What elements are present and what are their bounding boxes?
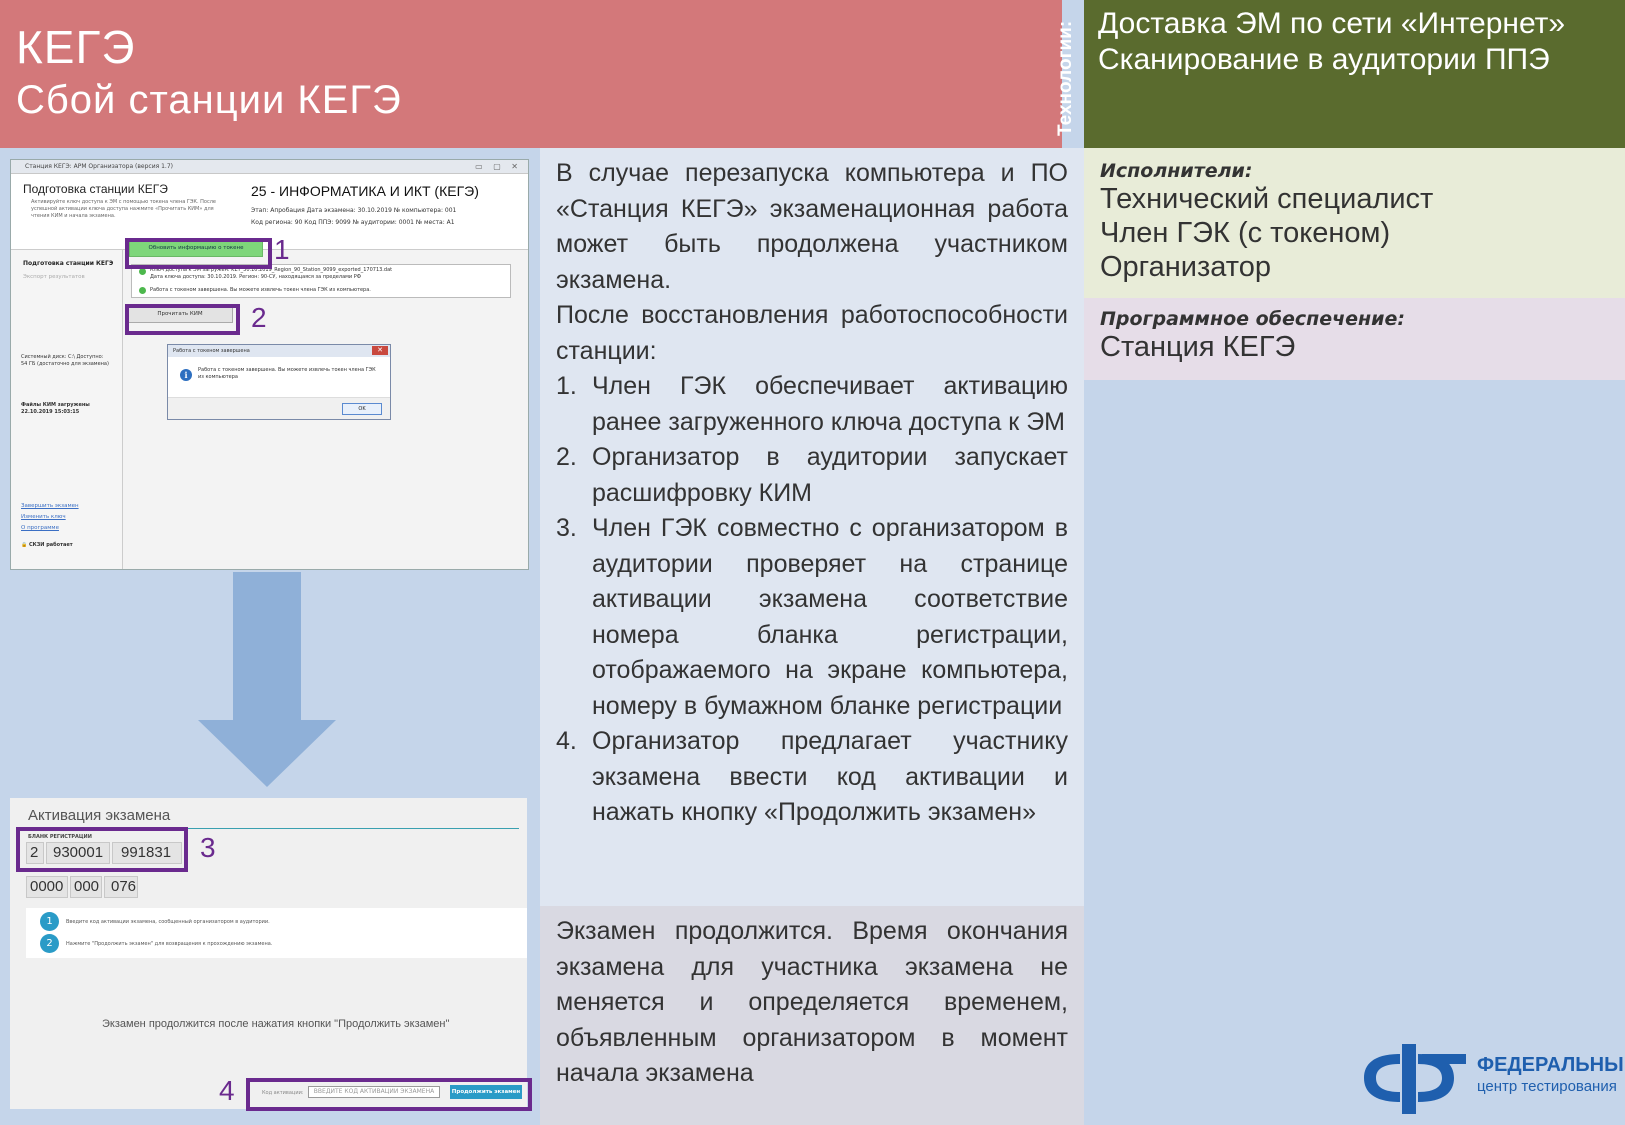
outcome-text: Экзамен продолжится. Время окончания экз… <box>556 917 1068 1087</box>
down-arrow-icon <box>198 572 336 787</box>
dialog-footer: OK <box>168 397 390 419</box>
logo-subtext: центр тестирования <box>1477 1078 1617 1095</box>
executors-panel: Исполнители: Технический специалист Член… <box>1084 148 1625 298</box>
right-background <box>1084 380 1625 1125</box>
station-prep-screenshot: Станция КЕГЭ: АРМ Организатора (версия 1… <box>10 159 529 570</box>
sidebar-item-prep: Подготовка станции КЕГЭ <box>23 260 114 267</box>
executor-item: Член ГЭК (с токеном) <box>1100 217 1391 249</box>
recovery-paragraph: После восстановления работоспособности с… <box>556 301 1068 365</box>
kim-loaded-info: Файлы КИМ загружены 22.10.2019 15:03:15 <box>21 402 90 415</box>
kim-value: 0000 <box>26 876 68 898</box>
step-number-icon: 1 <box>40 912 59 931</box>
highlight-frame <box>246 1078 532 1111</box>
page-title: КЕГЭ <box>16 21 136 73</box>
logo-text: ФЕДЕРАЛЬНЫЙ <box>1477 1054 1625 1076</box>
technology-item: Сканирование в аудитории ППЭ <box>1098 43 1550 76</box>
step-number: 2. <box>556 443 577 471</box>
link-finish-exam: Завершить экзамен <box>21 503 79 509</box>
step-text: Член ГЭК обеспечивает активацию ранее за… <box>592 372 1068 436</box>
station-heading: Подготовка станции КЕГЭ <box>23 182 168 196</box>
list-item: 1. Член ГЭК обеспечивает активацию ранее … <box>556 369 1068 440</box>
step-mark: 4 <box>219 1075 235 1106</box>
window-titlebar: Станция КЕГЭ: АРМ Организатора (версия 1… <box>11 160 528 174</box>
step-number: 3. <box>556 514 577 542</box>
exam-meta: Этап: Апробация Дата экзамена: 30.10.201… <box>251 207 457 214</box>
step-mark: 1 <box>274 234 290 265</box>
screenshot-sidebar: Подготовка станции КЕГЭ Экспорт результа… <box>11 250 123 569</box>
step-number: 4. <box>556 727 577 755</box>
ftc-logo-icon <box>1364 1044 1466 1114</box>
highlight-frame <box>16 827 188 872</box>
software-item: Станция КЕГЭ <box>1100 331 1296 363</box>
key-info-line: Работа с токеном завершена. Вы можете из… <box>150 287 371 293</box>
list-item: 3. Член ГЭК совместно с организатором в а… <box>556 511 1068 724</box>
close-icon: ✕ <box>372 346 388 355</box>
step-text: Введите код активации экзамена, сообщенн… <box>66 919 270 925</box>
step-number-icon: 2 <box>40 934 59 953</box>
kim-value: 000 <box>70 876 102 898</box>
page-subtitle: Сбой станции КЕГЭ <box>16 78 402 122</box>
dialog-ok-button: OK <box>342 403 382 415</box>
key-info-line: Дата ключа доступа: 30.10.2019. Регион: … <box>150 274 362 280</box>
check-icon <box>139 287 146 294</box>
intro-paragraph: В случае перезапуска компьютера и ПО «Ст… <box>556 159 1068 294</box>
procedure-text: В случае перезапуска компьютера и ПО «Ст… <box>540 148 1084 906</box>
disk-info: Системный диск: C:\ Доступно: 54 ГБ (дос… <box>21 354 109 367</box>
step-text: Нажмите "Продолжить экзамен" для возвращ… <box>66 941 273 947</box>
executors-heading: Исполнители: <box>1100 160 1253 182</box>
activation-title: Активация экзамена <box>28 807 171 824</box>
crypto-status-text: СКЗИ работает <box>28 542 73 548</box>
continue-note: Экзамен продолжится после нажатия кнопки… <box>102 1018 450 1030</box>
dialog-text: Работа с токеном завершена. Вы можете из… <box>198 367 376 380</box>
highlight-frame <box>125 304 240 335</box>
ftc-logo: ФЕДЕРАЛЬНЫЙ центр тестирования <box>1360 1040 1625 1120</box>
highlight-frame <box>125 238 272 269</box>
key-info-box: Ключ доступа к ЭМ загружен: KEY_30.10.20… <box>131 264 511 298</box>
step-text: Член ГЭК совместно с организатором в ауд… <box>592 514 1068 720</box>
technologies-label: Технологии: <box>1055 20 1076 136</box>
link-about: О программе <box>21 525 59 531</box>
outcome-box: Экзамен продолжится. Время окончания экз… <box>540 906 1084 1125</box>
procedure-steps: 1. Член ГЭК обеспечивает активацию ранее … <box>556 369 1068 831</box>
technology-item: Доставка ЭМ по сети «Интернет» <box>1098 7 1566 40</box>
station-instruction: Активируйте ключ доступа к ЭМ с помощью … <box>31 199 216 219</box>
step-mark: 2 <box>251 302 267 333</box>
info-icon: i <box>180 369 192 381</box>
activation-steps: 1 Введите код активации экзамена, сообще… <box>26 908 527 958</box>
kim-value: 076 <box>104 876 138 898</box>
step-mark: 3 <box>200 832 216 863</box>
check-icon <box>139 268 146 275</box>
executor-item: Технический специалист <box>1100 183 1434 215</box>
step-text: Организатор предлагает участнику экзамен… <box>592 727 1068 826</box>
crypto-status: 🔒 СКЗИ работает <box>21 542 73 548</box>
software-panel: Программное обеспечение: Станция КЕГЭ <box>1084 298 1625 380</box>
sidebar-item-export: Экспорт результатов <box>23 274 85 280</box>
software-heading: Программное обеспечение: <box>1100 308 1405 330</box>
executor-item: Организатор <box>1100 251 1271 283</box>
step-text: Организатор в аудитории запускает расшиф… <box>592 443 1068 507</box>
link-change-key: Изменить ключ <box>21 514 66 520</box>
technologies-panel: Доставка ЭМ по сети «Интернет» Сканирова… <box>1084 0 1625 148</box>
header-banner: КЕГЭ Сбой станции КЕГЭ <box>0 0 1062 148</box>
list-item: 2. Организатор в аудитории запускает расш… <box>556 440 1068 511</box>
exam-subject: 25 - ИНФОРМАТИКА И ИКТ (КЕГЭ) <box>251 183 479 199</box>
exam-meta: Код региона: 90 Код ППЭ: 9099 № аудитори… <box>251 219 455 226</box>
window-controls-icon: ▭ ▢ ✕ <box>475 162 522 171</box>
dialog-title: Работа с токеном завершена <box>168 345 390 357</box>
step-number: 1. <box>556 372 577 400</box>
token-dialog: Работа с токеном завершена ✕ i Работа с … <box>167 344 391 420</box>
list-item: 4. Организатор предлагает участнику экзам… <box>556 724 1068 831</box>
